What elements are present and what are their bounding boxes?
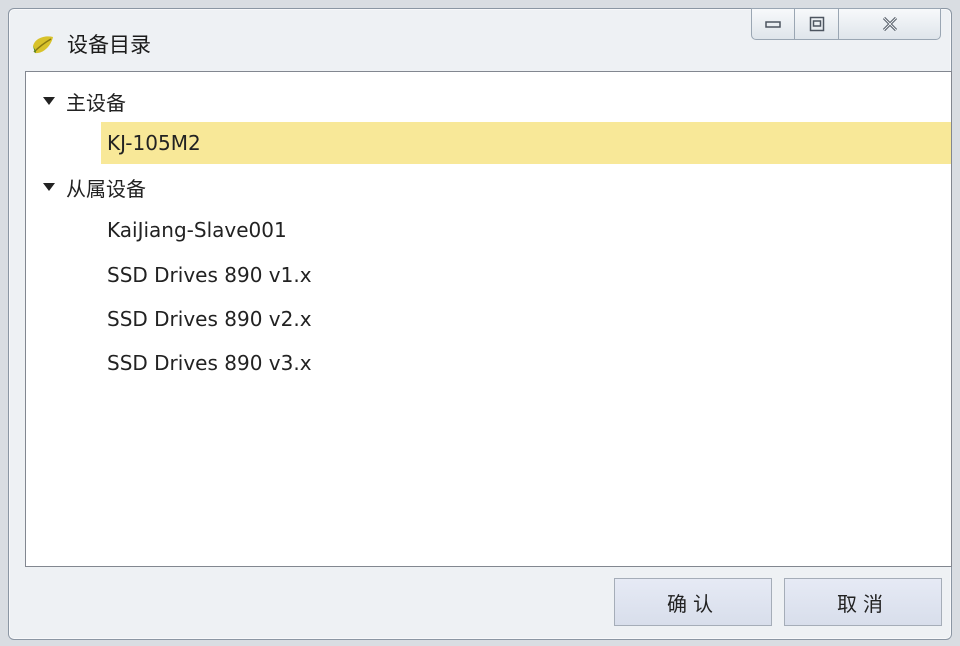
maximize-icon — [809, 16, 824, 32]
title-bar[interactable]: 设备目录 — [9, 8, 951, 71]
window-title: 设备目录 — [67, 33, 151, 57]
dialog-footer: 确认 取消 — [25, 567, 952, 639]
cancel-button[interactable]: 取消 — [784, 578, 942, 626]
device-tree[interactable]: 主设备 KJ-105M2 从属设备 KaiJiang-Slave001 SSD … — [25, 71, 952, 567]
tree-item[interactable]: SSD Drives 890 v3.x — [101, 342, 951, 384]
tree-item-row[interactable]: SSD Drives 890 v2.x — [26, 298, 951, 340]
tree-item-selected[interactable]: KJ-105M2 — [101, 122, 951, 164]
expand-triangle-icon[interactable] — [43, 183, 55, 191]
caption-buttons — [751, 8, 941, 42]
tree-item-row[interactable]: KaiJiang-Slave001 — [26, 209, 951, 251]
close-button[interactable] — [839, 8, 941, 40]
tree-item-label: SSD Drives 890 v3.x — [107, 351, 312, 375]
minimize-button[interactable] — [751, 8, 795, 40]
tree-item-label: SSD Drives 890 v2.x — [107, 307, 312, 331]
tree-item-row[interactable]: SSD Drives 890 v1.x — [26, 254, 951, 296]
confirm-button[interactable]: 确认 — [614, 578, 772, 626]
app-leaf-icon — [33, 36, 53, 54]
tree-group-master[interactable]: 主设备 — [26, 80, 951, 122]
device-directory-window: 设备目录 主设备 KJ-105M2 从属设备 KaiJiang-Slave001… — [8, 8, 952, 640]
tree-item[interactable]: SSD Drives 890 v1.x — [101, 254, 951, 296]
minimize-icon — [765, 21, 781, 28]
maximize-button[interactable] — [795, 8, 839, 40]
tree-item[interactable]: SSD Drives 890 v2.x — [101, 298, 951, 340]
expand-triangle-icon[interactable] — [43, 97, 55, 105]
tree-item[interactable]: KaiJiang-Slave001 — [101, 209, 951, 251]
tree-item-label: SSD Drives 890 v1.x — [107, 263, 312, 287]
tree-group-slave[interactable]: 从属设备 — [26, 166, 951, 208]
close-icon — [882, 17, 897, 31]
tree-item-row[interactable]: KJ-105M2 — [26, 122, 951, 164]
tree-item-label: KJ-105M2 — [107, 131, 201, 155]
tree-item-label: KaiJiang-Slave001 — [107, 218, 287, 242]
tree-item-row[interactable]: SSD Drives 890 v3.x — [26, 342, 951, 384]
tree-group-label: 主设备 — [66, 90, 126, 115]
tree-group-label: 从属设备 — [66, 176, 146, 201]
